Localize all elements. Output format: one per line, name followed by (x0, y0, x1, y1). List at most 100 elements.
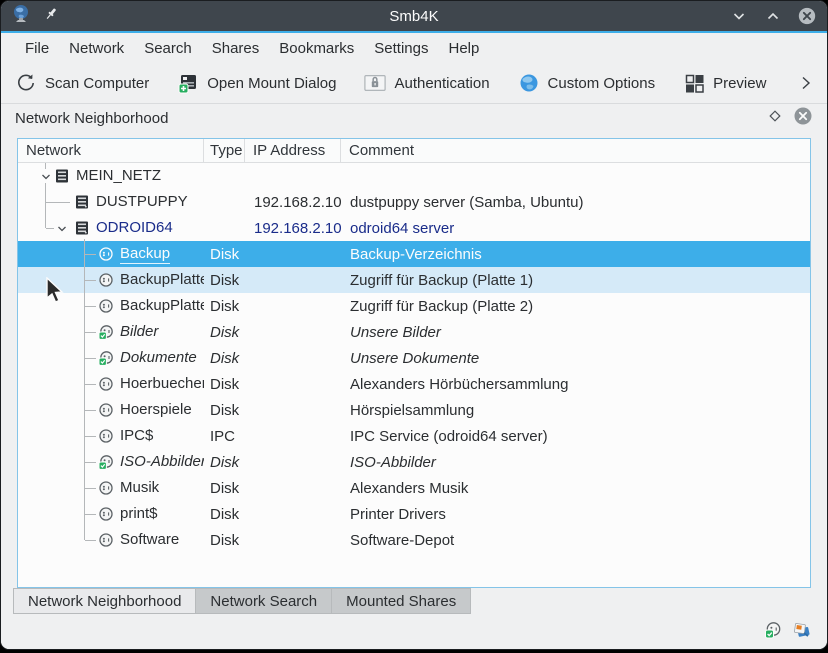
ip-address-cell (245, 345, 341, 371)
menu-shares[interactable]: Shares (202, 36, 270, 61)
comment-cell: IPC Service (odroid64 server) (341, 423, 810, 449)
custom-options-button[interactable]: Custom Options (518, 72, 656, 94)
tab-network-search[interactable]: Network Search (196, 588, 332, 614)
tree-row-mein-netz[interactable]: MEIN_NETZ (18, 163, 810, 189)
authentication-button[interactable]: Authentication (364, 72, 489, 94)
network-name: Musik (120, 478, 159, 497)
network-cell: Backup (18, 241, 204, 267)
share-icon (98, 402, 114, 418)
network-name: DUSTPUPPY (96, 192, 188, 211)
toolbar-overflow-button[interactable] (797, 75, 813, 91)
comment-cell: ISO-Abbilder (341, 449, 810, 475)
network-cell: ISO-Abbilder (18, 449, 204, 475)
network-cell: Software (18, 527, 204, 553)
network-cell: IPC$ (18, 423, 204, 449)
tree-row-dustpuppy[interactable]: DUSTPUPPY192.168.2.105dustpuppy server (… (18, 189, 810, 215)
tree-row-ipc[interactable]: IPC$ IPC IPC Service (odroid64 server) (18, 423, 810, 449)
column-header-comment[interactable]: Comment (341, 139, 810, 162)
type-cell: Disk (204, 397, 245, 423)
menu-search[interactable]: Search (134, 36, 202, 61)
tree-row-bilder[interactable]: BilderDiskUnsere Bilder (18, 319, 810, 345)
column-header-ip-address[interactable]: IP Address (245, 139, 341, 162)
ip-address-cell (245, 241, 341, 267)
ip-address-cell (245, 423, 341, 449)
type-cell: IPC (204, 423, 245, 449)
network-cell: Musik (18, 475, 204, 501)
type-cell: Disk (204, 449, 245, 475)
comment-cell: Zugriff für Backup (Platte 1) (341, 267, 810, 293)
network-cell: ODROID64 (18, 215, 204, 241)
network-name: Dokumente (120, 348, 197, 367)
share-mounted-icon (98, 454, 114, 470)
tree-row-iso-abbilder[interactable]: ISO-AbbilderDiskISO-Abbilder (18, 449, 810, 475)
tree-row-software[interactable]: SoftwareDiskSoftware-Depot (18, 527, 810, 553)
tree-row-backupplatte2[interactable]: BackupPlatte2$DiskZugriff für Backup (Pl… (18, 293, 810, 319)
ip-address-cell (245, 501, 341, 527)
type-cell: Disk (204, 319, 245, 345)
share-mounted-icon (98, 324, 114, 340)
statusbar (1, 614, 827, 650)
minimize-icon[interactable] (729, 6, 749, 26)
share-icon (98, 428, 114, 444)
type-cell (204, 163, 245, 189)
comment-cell: Software-Depot (341, 527, 810, 553)
menu-bookmarks[interactable]: Bookmarks (269, 36, 364, 61)
network-name: BackupPlatte2$ (120, 296, 204, 315)
network-cell: BackupPlatte1$ (18, 267, 204, 293)
toolbar: Scan Computer Open Mount Dialog Authentica… (1, 63, 827, 104)
ip-address-cell (245, 527, 341, 553)
mount-dialog-icon (177, 72, 199, 94)
menu-settings[interactable]: Settings (364, 36, 438, 61)
open-mount-dialog-button[interactable]: Open Mount Dialog (177, 72, 336, 94)
type-cell: Disk (204, 241, 245, 267)
dock-close-icon[interactable] (793, 106, 813, 131)
network-cell: Dokumente (18, 345, 204, 371)
toolbar-label: Open Mount Dialog (207, 75, 336, 92)
pin-icon[interactable] (43, 6, 59, 27)
expander-down-icon[interactable] (56, 222, 68, 234)
ip-address-cell: 192.168.2.105 (245, 189, 341, 215)
network-cell: MEIN_NETZ (18, 163, 204, 189)
tree-row-musik[interactable]: MusikDiskAlexanders Musik (18, 475, 810, 501)
comment-cell: Zugriff für Backup (Platte 2) (341, 293, 810, 319)
close-icon[interactable] (797, 6, 817, 26)
type-cell: Disk (204, 371, 245, 397)
float-icon[interactable] (769, 109, 781, 127)
comment-cell: Hörspielsammlung (341, 397, 810, 423)
window-title: Smb4K (1, 8, 827, 25)
tree-row-hoerbuecher[interactable]: HoerbuecherDiskAlexanders Hörbüchersamml… (18, 371, 810, 397)
network-name: IPC$ (120, 426, 153, 445)
network-cell: BackupPlatte2$ (18, 293, 204, 319)
network-name: MEIN_NETZ (76, 166, 161, 185)
column-header-type[interactable]: Type (204, 139, 245, 162)
menu-file[interactable]: File (15, 36, 59, 61)
scan-computer-button[interactable]: Scan Computer (15, 72, 149, 94)
network-name: print$ (120, 504, 158, 523)
comment-cell: Printer Drivers (341, 501, 810, 527)
tab-network-neighborhood[interactable]: Network Neighborhood (13, 588, 196, 614)
tree-row-odroid64[interactable]: ODROID64192.168.2.102odroid64 server (18, 215, 810, 241)
preview-button[interactable]: Preview (683, 72, 766, 94)
tree-row-backup[interactable]: BackupDiskBackup-Verzeichnis (18, 241, 810, 267)
tree-row-backupplatte1[interactable]: BackupPlatte1$DiskZugriff für Backup (Pl… (18, 267, 810, 293)
tab-mounted-shares[interactable]: Mounted Shares (332, 588, 471, 614)
menu-help[interactable]: Help (438, 36, 489, 61)
type-cell: Disk (204, 345, 245, 371)
authentication-icon (364, 72, 386, 94)
ip-address-cell (245, 397, 341, 423)
ip-address-cell (245, 449, 341, 475)
tree-row-hoerspiele[interactable]: HoerspieleDiskHörspielsammlung (18, 397, 810, 423)
share-icon (98, 272, 114, 288)
custom-options-icon (518, 72, 540, 94)
tree-row-dokumente[interactable]: DokumenteDiskUnsere Dokumente (18, 345, 810, 371)
column-header-network[interactable]: Network (18, 139, 204, 162)
dock-header: Network Neighborhood (1, 104, 827, 132)
tree-row-print[interactable]: print$DiskPrinter Drivers (18, 501, 810, 527)
maximize-icon[interactable] (763, 6, 783, 26)
menu-network[interactable]: Network (59, 36, 134, 61)
network-status-icon (792, 621, 811, 644)
network-cell: print$ (18, 501, 204, 527)
expander-down-icon[interactable] (40, 170, 52, 182)
comment-cell: odroid64 server (341, 215, 810, 241)
scan-icon (15, 72, 37, 94)
